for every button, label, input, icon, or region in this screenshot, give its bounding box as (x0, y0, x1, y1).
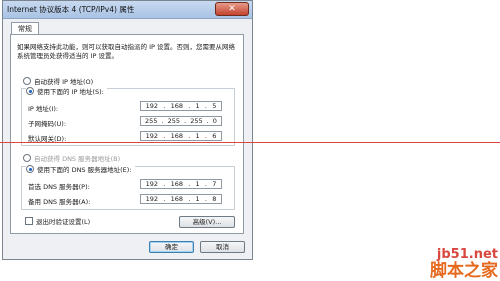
octet: 192 (145, 102, 159, 110)
auto-dns-label: 自动获得 DNS 服务器地址(B) (34, 155, 121, 163)
dot: . (206, 117, 209, 125)
octet: 168 (170, 132, 183, 140)
description-text: 如果网络支持此功能，则可以获取自动指派的 IP 设置。否则，您需要从网络系统管理… (17, 43, 235, 60)
radio-icon (23, 77, 31, 85)
octet: 5 (212, 102, 217, 110)
dot: . (188, 102, 191, 110)
alternate-dns-input[interactable]: 192. 168. 1. 8 (140, 194, 222, 204)
validate-label: 退出时验证设置(L) (36, 218, 91, 226)
dot: . (163, 102, 166, 110)
red-separator-line (0, 142, 500, 143)
auto-dns-radio[interactable]: 自动获得 DNS 服务器地址(B) (23, 154, 120, 164)
octet: 168 (170, 180, 183, 188)
radio-selected-icon (26, 87, 34, 95)
manual-ip-radio[interactable]: 使用下面的 IP 地址(S): (26, 87, 107, 97)
watermark-logo: jb51.net 脚本之家 (430, 247, 498, 281)
ip-address-input[interactable]: 192. 168. 1. 5 (140, 101, 222, 111)
octet: 8 (212, 195, 217, 203)
octet: 168 (170, 195, 183, 203)
radio-selected-icon (26, 165, 34, 173)
preferred-dns-input[interactable]: 192. 168. 1. 7 (140, 179, 222, 189)
octet: 255 (167, 117, 181, 125)
cancel-button[interactable]: 取消 (200, 241, 245, 253)
alternate-dns-label: 备用 DNS 服务器(A): (28, 198, 91, 206)
close-button[interactable]: ✕ (215, 2, 249, 16)
octet: 0 (212, 117, 217, 125)
dot: . (188, 132, 191, 140)
validate-checkbox[interactable]: 退出时验证设置(L) (25, 217, 90, 227)
dot: . (204, 180, 207, 188)
manual-dns-label: 使用下面的 DNS 服务器地址(E): (37, 166, 132, 174)
checkbox-icon (25, 217, 33, 225)
manual-ip-label: 使用下面的 IP 地址(S): (37, 88, 104, 96)
subnet-mask-label: 子网掩码(U): (28, 120, 67, 128)
octet: 1 (195, 102, 200, 110)
default-gateway-input[interactable]: 192. 168. 1. 6 (140, 131, 222, 141)
octet: 6 (212, 132, 217, 140)
octet: 1 (195, 195, 200, 203)
radio-icon (23, 154, 31, 162)
octet: 168 (170, 102, 183, 110)
dot: . (163, 180, 166, 188)
subnet-mask-input[interactable]: 255. 255. 255. 0 (140, 116, 222, 126)
dot: . (204, 195, 207, 203)
dot: . (163, 195, 166, 203)
manual-dns-radio[interactable]: 使用下面的 DNS 服务器地址(E): (26, 165, 135, 175)
octet: 255 (145, 117, 158, 125)
dot: . (161, 117, 164, 125)
advanced-button[interactable]: 高级(V)... (179, 216, 235, 228)
dot: . (204, 102, 207, 110)
octet: 1 (195, 132, 200, 140)
window-title: Internet 协议版本 4 (TCP/IPv4) 属性 (7, 5, 135, 14)
preferred-dns-label: 首选 DNS 服务器(P): (28, 183, 90, 191)
octet: 192 (145, 180, 159, 188)
watermark-name: 脚本之家 (430, 261, 498, 281)
dot: . (184, 117, 187, 125)
watermark-url: jb51.net (436, 247, 498, 262)
dot: . (204, 132, 207, 140)
octet: 192 (145, 195, 159, 203)
auto-ip-label: 自动获得 IP 地址(O) (34, 78, 94, 86)
ip-address-label: IP 地址(I): (28, 105, 59, 113)
dot: . (163, 132, 166, 140)
ip-group: 使用下面的 IP 地址(S): IP 地址(I): 192. 168. 1. 5… (21, 87, 235, 146)
dot: . (188, 180, 191, 188)
title-bar: Internet 协议版本 4 (TCP/IPv4) 属性 ✕ (3, 1, 252, 19)
octet: 7 (212, 180, 217, 188)
ok-button[interactable]: 确定 (149, 241, 194, 253)
octet: 1 (195, 180, 200, 188)
properties-dialog: Internet 协议版本 4 (TCP/IPv4) 属性 ✕ 常规 如果网络支… (2, 0, 253, 260)
octet: 255 (190, 117, 203, 125)
dns-group: 使用下面的 DNS 服务器地址(E): 首选 DNS 服务器(P): 192. … (21, 165, 235, 210)
auto-ip-radio[interactable]: 自动获得 IP 地址(O) (23, 77, 93, 87)
general-panel: 如果网络支持此功能，则可以获取自动指派的 IP 设置。否则，您需要从网络系统管理… (10, 34, 244, 234)
dot: . (188, 195, 191, 203)
octet: 192 (145, 132, 159, 140)
